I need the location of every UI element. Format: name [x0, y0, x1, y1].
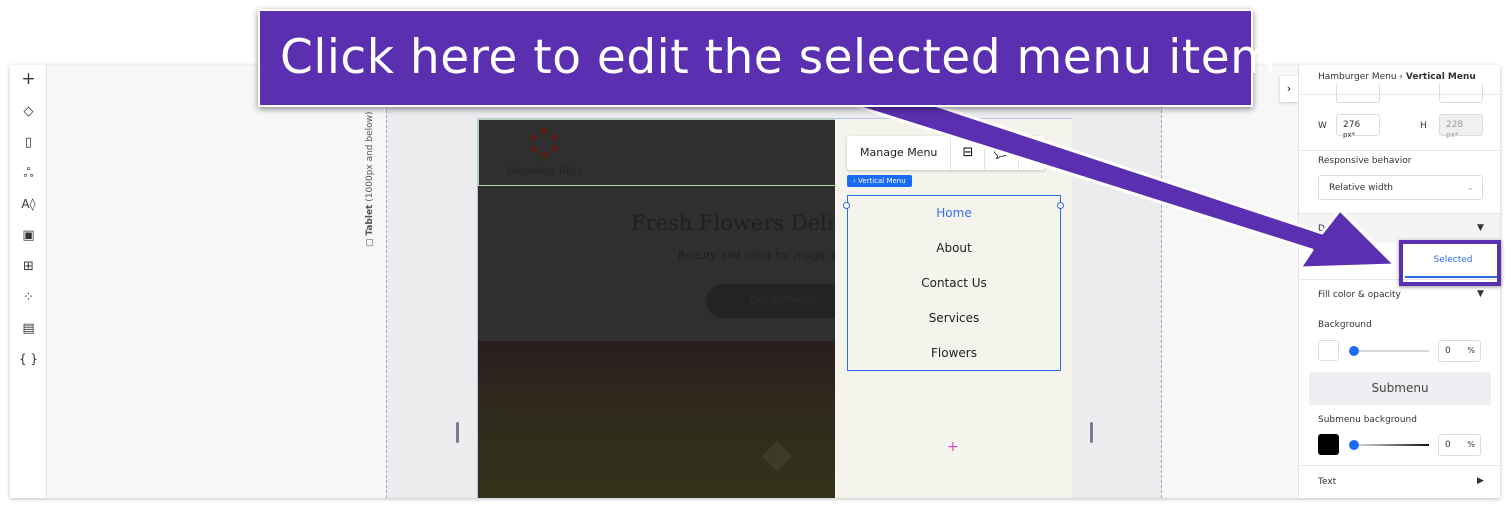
arrow-shape	[844, 80, 1397, 270]
highlight-box	[1399, 240, 1501, 286]
instruction-banner: Click here to edit the selected menu ite…	[258, 9, 1276, 107]
